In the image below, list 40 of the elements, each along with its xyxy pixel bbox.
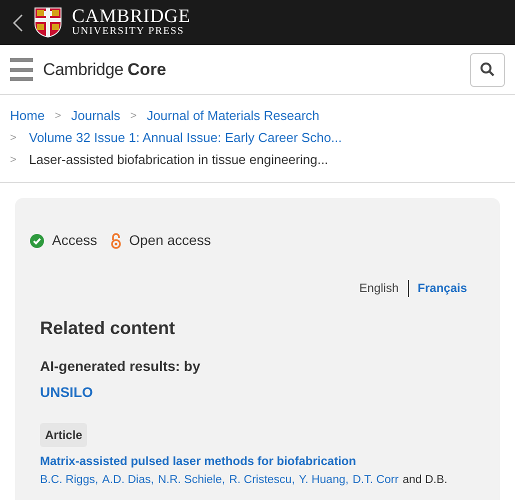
author-link[interactable]: Y. Huang (298, 472, 346, 490)
comma-separator: , (150, 473, 154, 488)
article-type-tag: Article (40, 423, 88, 447)
breadcrumb-current: Laser-assisted biofabrication in tissue engineering... (29, 151, 328, 169)
article-title-link[interactable]: Matrix-assisted pulsed laser methods for biofabrication (40, 452, 475, 470)
comma-separator: , (222, 473, 226, 488)
breadcrumb-link[interactable]: Journal of Materials Research (146, 105, 320, 127)
separator-icon: > (10, 149, 29, 171)
access-label: Open access (129, 231, 211, 250)
separator-icon: > (10, 127, 29, 149)
publisher-name: CAMBRIDGE (72, 7, 191, 26)
search-icon (480, 62, 495, 77)
author-link[interactable]: B.C. Riggs (40, 472, 95, 490)
crest-icon (34, 7, 62, 38)
subtitle: AI-generated results: by (40, 357, 202, 376)
language-link[interactable]: Français (418, 279, 467, 297)
search-button[interactable] (470, 52, 505, 86)
provider-link[interactable]: UNSILO (40, 382, 93, 403)
author-link[interactable]: R. Cristescu (229, 472, 292, 490)
separator-icon: > (44, 105, 72, 127)
breadcrumb-link[interactable]: Volume 32 Issue 1: Annual Issue: Early Career Scho... (29, 127, 342, 149)
access-label: Access (52, 231, 98, 250)
breadcrumb-link[interactable]: Home (10, 105, 45, 127)
comma-separator: , (94, 473, 98, 488)
author-link[interactable]: N.R. Schiele (158, 472, 222, 490)
author-link[interactable]: A.D. Dias (102, 472, 151, 490)
author-link[interactable]: D.T. Corr (352, 472, 399, 490)
section-heading: Related content (40, 317, 176, 340)
menu-icon[interactable] (10, 58, 33, 81)
site-logo[interactable]: Cambridge Core (43, 56, 166, 82)
open-lock-icon (111, 232, 122, 248)
language-link[interactable]: English (359, 279, 399, 297)
back-icon[interactable] (12, 12, 24, 32)
separator-icon: > (120, 105, 147, 127)
comma-separator: , (292, 473, 295, 488)
publisher-subtitle: UNIVERSITY PRESS (72, 27, 186, 38)
comma-separator: , (345, 473, 349, 488)
check-circle-icon (30, 234, 44, 248)
author-text: and D.B. (402, 473, 448, 488)
breadcrumb-link[interactable]: Journals (71, 105, 120, 127)
